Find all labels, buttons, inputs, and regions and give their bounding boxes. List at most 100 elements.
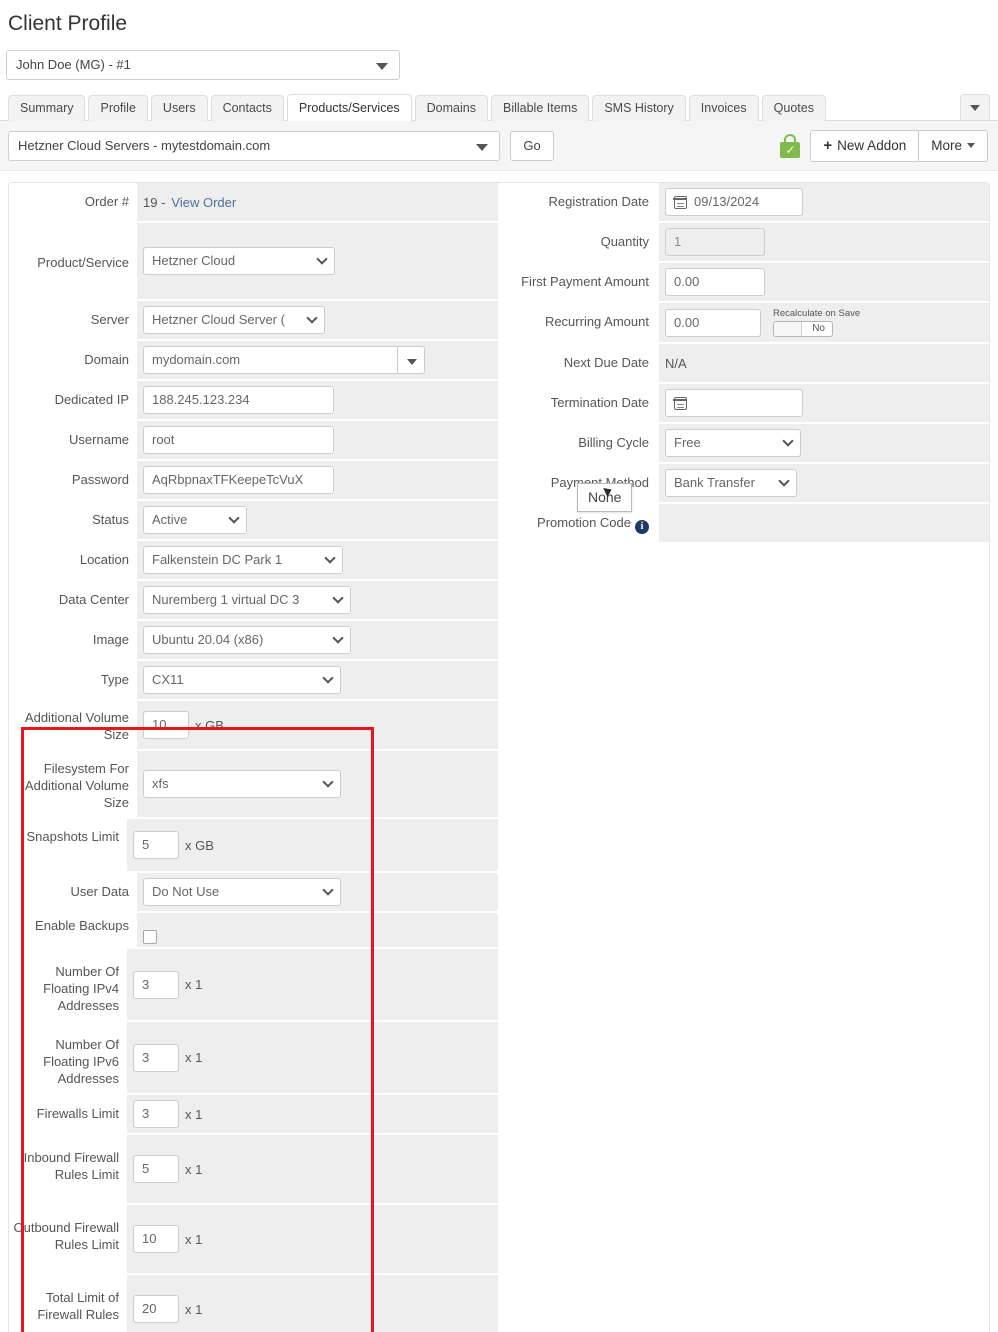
config-option-row: Enable Backups bbox=[9, 913, 498, 949]
config-option-select[interactable]: Falkenstein DC Park 1 bbox=[143, 546, 343, 574]
quantity-value: 1 bbox=[659, 223, 989, 261]
config-option-input[interactable]: 3 bbox=[133, 970, 179, 999]
billing-cycle-label: Billing Cycle bbox=[499, 424, 659, 462]
left-column: Order # 19 - View Order Product/Service … bbox=[9, 183, 499, 1332]
product-service-value: Hetzner Cloud bbox=[137, 223, 498, 299]
first-payment-input[interactable]: 0.00 bbox=[665, 268, 765, 296]
field-row-first-payment: First Payment Amount 0.00 bbox=[499, 263, 989, 303]
config-option-input[interactable]: 10 bbox=[133, 1225, 179, 1253]
field-row-payment-method: Payment Method Bank Transfer bbox=[499, 464, 989, 504]
tab-users[interactable]: Users bbox=[150, 95, 208, 121]
client-selector-wrapper[interactable]: John Doe (MG) - #1 bbox=[6, 50, 400, 80]
config-option-value: xfs bbox=[137, 751, 498, 817]
tab-products-services[interactable]: Products/Services bbox=[286, 94, 412, 121]
tab-summary[interactable]: Summary bbox=[8, 95, 86, 121]
tab-contacts[interactable]: Contacts bbox=[210, 95, 284, 121]
config-option-label: Filesystem For Additional Volume Size bbox=[9, 751, 137, 817]
config-option-select[interactable]: Ubuntu 20.04 (x86) bbox=[143, 626, 351, 654]
recurring-amount-input[interactable]: 0.00 bbox=[665, 308, 761, 337]
recurring-amount-value: 0.00 Recalculate on Save No bbox=[659, 303, 989, 342]
config-option-selected: xfs bbox=[152, 776, 169, 791]
billing-cycle-select[interactable]: Free bbox=[665, 429, 801, 457]
status-label: Status bbox=[9, 501, 137, 539]
config-option-row: User Data Do Not Use bbox=[9, 873, 498, 913]
more-button[interactable]: More bbox=[919, 129, 988, 162]
config-option-input[interactable]: 20 bbox=[133, 1295, 179, 1323]
config-option-input[interactable]: 10 bbox=[143, 711, 189, 739]
config-option-input[interactable]: 3 bbox=[133, 1100, 179, 1128]
toggle-state-label: No bbox=[812, 323, 825, 334]
toolbar-actions: ✓ + New Addon More bbox=[780, 129, 988, 162]
chevron-down-icon bbox=[306, 312, 318, 324]
tab-invoices[interactable]: Invoices bbox=[688, 95, 759, 121]
domain-input[interactable]: mydomain.com bbox=[143, 346, 397, 374]
termination-date-input[interactable] bbox=[665, 389, 803, 417]
config-option-row: Number Of Floating IPv4 Addresses 3 x 1 bbox=[9, 949, 498, 1022]
config-option-label: Additional Volume Size bbox=[9, 701, 137, 749]
domain-value: mydomain.com bbox=[137, 341, 498, 379]
config-option-label: Location bbox=[9, 541, 137, 579]
config-option-value: 20 x 1 bbox=[127, 1275, 498, 1332]
new-addon-button[interactable]: + New Addon bbox=[810, 129, 920, 162]
registration-date-label: Registration Date bbox=[499, 183, 659, 221]
config-option-value bbox=[137, 913, 498, 947]
tab-overflow-button[interactable] bbox=[960, 94, 990, 120]
config-option-select[interactable]: CX11 bbox=[143, 666, 341, 694]
config-option-unit: x 1 bbox=[185, 1161, 203, 1177]
config-option-input[interactable]: 5 bbox=[133, 831, 179, 859]
domain-dropdown-toggle[interactable] bbox=[397, 346, 425, 374]
registration-date-input[interactable]: 09/13/2024 bbox=[665, 188, 803, 216]
right-column: Registration Date 09/13/2024 Quantity 1 … bbox=[499, 183, 989, 1332]
domain-input-group: mydomain.com bbox=[143, 346, 425, 374]
chevron-down-icon bbox=[476, 143, 488, 151]
tab-sms-history[interactable]: SMS History bbox=[592, 95, 686, 121]
config-option-input[interactable]: 3 bbox=[133, 1043, 179, 1072]
recalculate-on-save-group: Recalculate on Save No bbox=[773, 308, 860, 337]
service-selector[interactable]: Hetzner Cloud Servers - mytestdomain.com bbox=[8, 130, 500, 161]
product-service-select[interactable]: Hetzner Cloud bbox=[143, 247, 335, 275]
tab-domains[interactable]: Domains bbox=[414, 95, 488, 121]
server-label: Server bbox=[9, 301, 137, 339]
recalculate-on-save-label: Recalculate on Save bbox=[773, 308, 861, 319]
chevron-down-icon bbox=[332, 632, 344, 644]
tab-quotes[interactable]: Quotes bbox=[761, 95, 826, 121]
info-icon[interactable]: i bbox=[635, 520, 649, 534]
field-row-domain: Domain mydomain.com bbox=[9, 341, 498, 381]
new-addon-label: New Addon bbox=[837, 137, 907, 153]
chevron-down-icon bbox=[967, 143, 975, 149]
recalculate-on-save-toggle[interactable]: No bbox=[773, 321, 833, 337]
server-value: Hetzner Cloud Server ( bbox=[137, 301, 498, 339]
config-option-row: Data Center Nuremberg 1 virtual DC 3 bbox=[9, 581, 498, 621]
client-selector[interactable]: John Doe (MG) - #1 bbox=[6, 50, 400, 80]
config-option-row: Image Ubuntu 20.04 (x86) bbox=[9, 621, 498, 661]
field-row-status: Status Active bbox=[9, 501, 498, 541]
payment-method-select[interactable]: Bank Transfer bbox=[665, 469, 797, 497]
config-option-checkbox[interactable] bbox=[143, 930, 157, 944]
config-option-select[interactable]: Nuremberg 1 virtual DC 3 bbox=[143, 586, 351, 614]
go-button[interactable]: Go bbox=[510, 130, 554, 161]
tab-profile[interactable]: Profile bbox=[88, 95, 148, 121]
order-number-value: 19 - View Order bbox=[137, 183, 498, 221]
config-option-label: Data Center bbox=[9, 581, 137, 619]
config-option-select[interactable]: Do Not Use bbox=[143, 878, 341, 906]
chevron-down-icon bbox=[407, 359, 417, 365]
dedicated-ip-input[interactable]: 188.245.123.234 bbox=[143, 386, 334, 414]
config-option-row: Additional Volume Size 10 x GB bbox=[9, 701, 498, 751]
config-option-selected: Do Not Use bbox=[152, 884, 220, 899]
config-option-value: 5 x 1 bbox=[127, 1135, 498, 1203]
config-option-value: 3 x 1 bbox=[127, 1022, 498, 1093]
password-input[interactable]: AqRbpnaxTFKeepeTcVuX bbox=[143, 466, 334, 494]
dedicated-ip-label: Dedicated IP bbox=[9, 381, 137, 419]
config-option-label: Outbound Firewall Rules Limit bbox=[9, 1205, 127, 1273]
config-option-selected: Ubuntu 20.04 (x86) bbox=[152, 632, 264, 647]
config-option-select[interactable]: xfs bbox=[143, 770, 341, 798]
view-order-link[interactable]: View Order bbox=[171, 195, 236, 210]
config-option-unit: x 1 bbox=[185, 1106, 203, 1122]
config-option-label: Firewalls Limit bbox=[9, 1095, 127, 1133]
server-select[interactable]: Hetzner Cloud Server ( bbox=[143, 306, 325, 334]
tab-billable-items[interactable]: Billable Items bbox=[490, 95, 590, 121]
username-input[interactable]: root bbox=[143, 426, 334, 454]
config-option-unit: x 1 bbox=[185, 1231, 203, 1247]
config-option-input[interactable]: 5 bbox=[133, 1155, 179, 1183]
status-select[interactable]: Active bbox=[143, 506, 247, 534]
